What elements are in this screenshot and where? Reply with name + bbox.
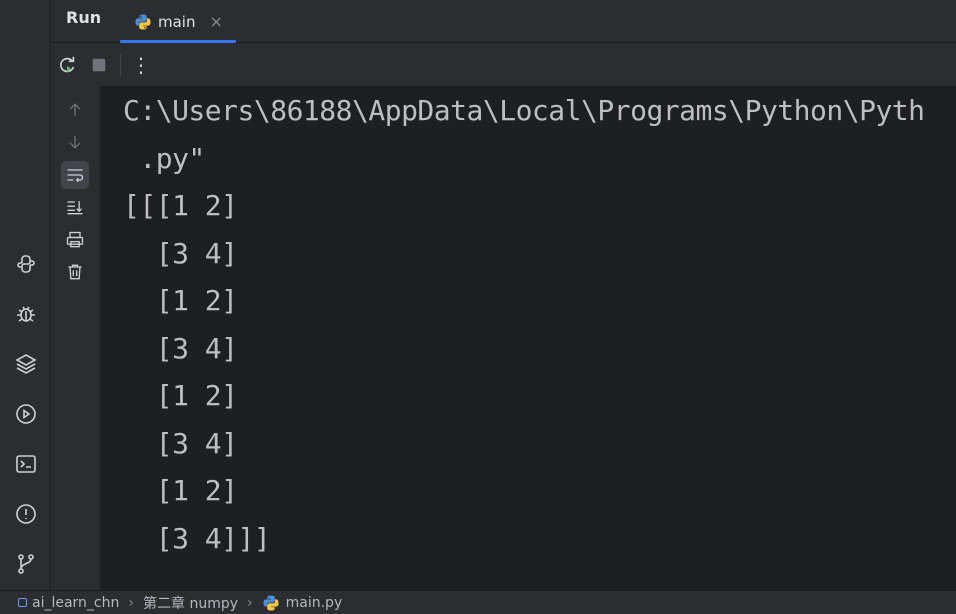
more-options-icon[interactable]: ⋮ <box>129 53 153 77</box>
console-gutter <box>51 86 100 590</box>
run-tabbar: Run main × <box>51 0 956 43</box>
chevron-right-icon: › <box>128 594 134 611</box>
scroll-to-end-icon[interactable] <box>61 193 89 221</box>
close-icon[interactable]: × <box>209 12 222 31</box>
module-icon <box>18 598 27 607</box>
services-icon[interactable] <box>13 401 39 427</box>
arrow-down-icon[interactable] <box>61 128 89 156</box>
problems-icon[interactable] <box>13 501 39 527</box>
python-console-icon[interactable] <box>13 251 39 277</box>
console-line: [[[1 2] <box>123 189 238 222</box>
console-line: [1 2] <box>123 284 238 317</box>
breadcrumb: ai_learn_chn › 第二章 numpy › main.py <box>0 590 956 614</box>
soft-wrap-icon[interactable] <box>61 161 89 189</box>
breadcrumb-project-label: ai_learn_chn <box>32 594 120 611</box>
tab-main[interactable]: main × <box>120 0 236 43</box>
console-line: .py" <box>123 142 205 175</box>
python-file-icon <box>263 595 279 610</box>
breadcrumb-folder[interactable]: 第二章 numpy <box>143 593 238 613</box>
trash-icon[interactable] <box>61 258 89 286</box>
print-icon[interactable] <box>61 226 89 254</box>
console-line: [3 4] <box>123 427 238 460</box>
run-title: Run <box>66 8 102 27</box>
console-line: [1 2] <box>123 474 238 507</box>
console-line: [3 4]]] <box>123 522 271 555</box>
rerun-icon[interactable] <box>55 53 79 77</box>
console-line: C:\Users\86188\AppData\Local\Programs\Py… <box>123 94 925 127</box>
tab-label: main <box>158 12 196 31</box>
toolbar-separator <box>120 54 121 76</box>
breadcrumb-file-label: main.py <box>285 594 343 611</box>
breadcrumb-file[interactable]: main.py <box>262 594 343 612</box>
console-output[interactable]: C:\Users\86188\AppData\Local\Programs\Py… <box>100 86 956 590</box>
left-tool-strip <box>0 0 51 590</box>
arrow-up-icon[interactable] <box>61 96 89 124</box>
console-line: [1 2] <box>123 379 238 412</box>
chevron-right-icon: › <box>247 594 253 611</box>
python-file-icon <box>135 14 151 29</box>
console-line: [3 4] <box>123 237 238 270</box>
stop-icon[interactable] <box>87 53 111 77</box>
layers-icon[interactable] <box>13 351 39 377</box>
run-toolbar: ⋮ <box>51 43 956 86</box>
breadcrumb-folder-label: 第二章 numpy <box>143 595 239 612</box>
debug-icon[interactable] <box>13 301 39 327</box>
terminal-icon[interactable] <box>13 451 39 477</box>
breadcrumb-project[interactable]: ai_learn_chn <box>18 595 119 611</box>
git-icon[interactable] <box>13 551 39 577</box>
console-line: [3 4] <box>123 332 238 365</box>
